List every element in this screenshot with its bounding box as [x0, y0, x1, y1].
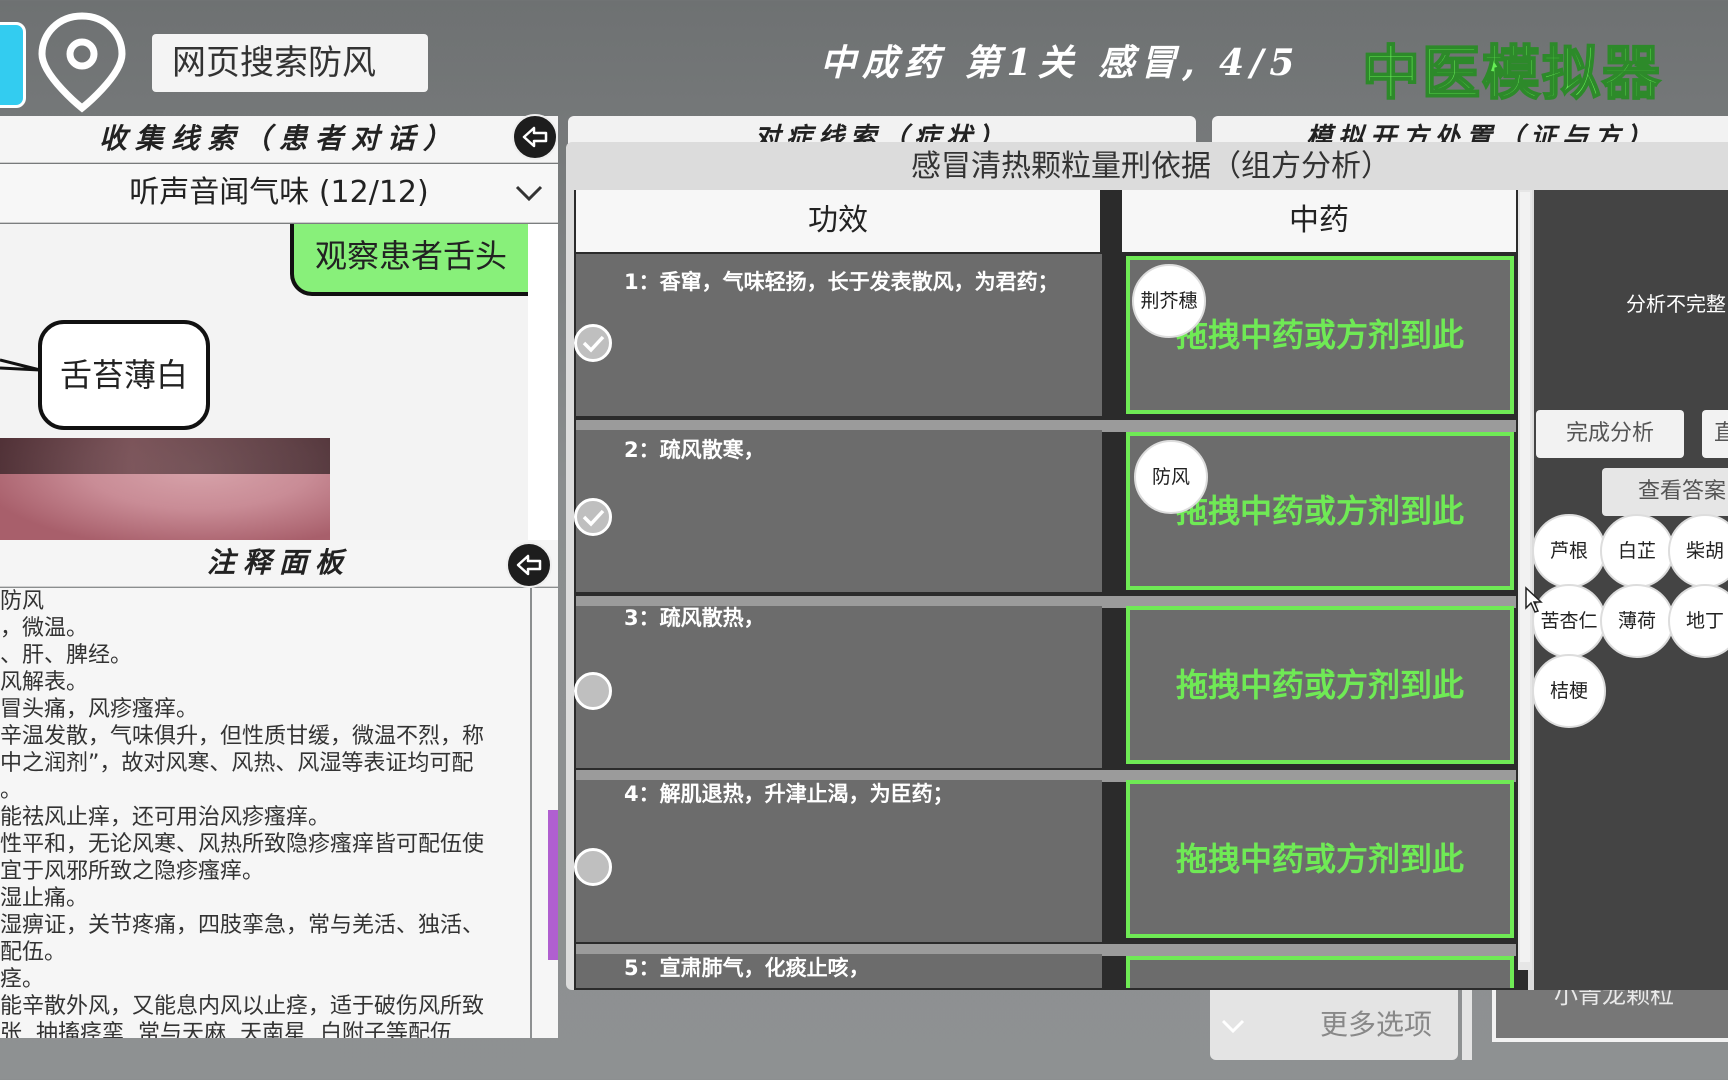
bubble-tail — [0, 358, 41, 372]
more-options-button[interactable]: 更多选项 — [1210, 990, 1458, 1060]
chevron-down-icon — [1221, 1019, 1245, 1034]
placed-herb-chip[interactable]: 荆芥穗 — [1132, 264, 1206, 338]
finish-analysis-button[interactable]: 完成分析 — [1536, 410, 1684, 458]
effect-text: 3：疏风散热， — [624, 606, 765, 630]
clue-panel-title: 收集线索（患者对话） — [0, 116, 558, 163]
herb-drop-zone[interactable]: 拖拽中药或方剂到此 — [1126, 606, 1514, 764]
herb-drop-zone[interactable]: 拖拽中药或方剂到此 — [1126, 780, 1514, 938]
herb-chip[interactable]: 白芷 — [1600, 514, 1674, 588]
effect-text: 5：宣肃肺气，化痰止咳， — [624, 956, 870, 980]
effect-text: 1：香窜，气味轻扬，长于发表散风，为君药； — [624, 270, 1059, 294]
location-pin-icon[interactable] — [30, 10, 134, 114]
search-box[interactable]: 网页搜索防风 — [152, 34, 428, 92]
mouse-cursor-icon — [1525, 586, 1543, 613]
app-title-logo: 中医模拟器 — [1361, 38, 1663, 108]
player-message-bubble: 观察患者舌头 — [290, 224, 528, 296]
check-circle-icon — [574, 498, 612, 536]
effect-text: 4：解肌退热，升津止渴，为臣药； — [624, 782, 954, 806]
analysis-status: 分析不完整 — [1626, 292, 1726, 316]
app-icon[interactable] — [0, 22, 26, 108]
formula-label: 小青龙颗粒 — [1554, 990, 1674, 1009]
notes-scroll-thumb[interactable] — [548, 810, 558, 960]
herb-chip[interactable]: 薄荷 — [1600, 584, 1674, 658]
check-circle-icon — [574, 324, 612, 362]
notes-panel-title: 注释面板 — [0, 540, 558, 587]
tongue-photo-shadow — [0, 438, 330, 474]
herb-drop-zone[interactable] — [1126, 956, 1514, 988]
herb-chip[interactable]: 芦根 — [1532, 514, 1606, 588]
effect-column-header: 功效 — [576, 190, 1100, 252]
back-arrow-icon — [516, 554, 542, 576]
back-arrow-icon — [522, 126, 548, 148]
formula-card[interactable]: 小青龙颗粒 — [1492, 990, 1728, 1042]
patient-message-bubble: 舌苔薄白 — [38, 320, 210, 430]
herb-column-header: 中药 — [1122, 190, 1516, 252]
placed-herb-chip[interactable]: 防风 — [1134, 440, 1208, 514]
more-options-label: 更多选项 — [1319, 1008, 1432, 1041]
chat-scrollbar[interactable] — [528, 224, 558, 540]
effect-text: 2：疏风散寒， — [624, 438, 765, 462]
table-scroll-thumb[interactable] — [1520, 192, 1530, 962]
notes-text: 防风 ，微温。 、肝、脾经。 风解表。 冒头痛，风疹瘙痒。 辛温发散，气味俱升，… — [0, 588, 530, 1038]
level-title: 中成药 第1关 感冒, 4/5 — [820, 42, 1301, 84]
side-extra-button[interactable]: 直 — [1702, 410, 1728, 458]
view-answer-button[interactable]: 查看答案 — [1602, 468, 1728, 516]
empty-circle-icon — [574, 672, 612, 710]
analysis-title: 感冒清热颗粒量刑依据（组方分析） — [911, 149, 1391, 184]
herb-chip[interactable]: 桔梗 — [1532, 654, 1606, 728]
clue-category-dropdown[interactable]: 听声音闻气味 (12/12) — [0, 164, 558, 223]
notes-panel-back-button[interactable] — [506, 542, 552, 588]
chevron-down-icon — [515, 185, 543, 202]
clue-panel-back-button[interactable] — [512, 114, 558, 160]
divider — [1462, 990, 1472, 1060]
empty-circle-icon — [574, 848, 612, 886]
dropdown-label: 听声音闻气味 (12/12) — [129, 175, 429, 210]
